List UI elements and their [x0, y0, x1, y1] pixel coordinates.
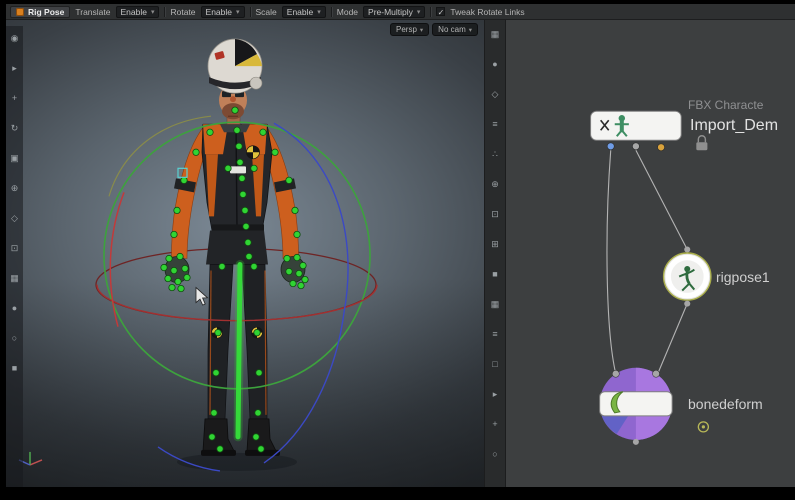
node-bonedeform[interactable] [599, 367, 710, 445]
shade-icon[interactable]: ● [8, 302, 22, 315]
camera-icon[interactable]: ■ [8, 362, 22, 375]
toolbar-separator [430, 6, 432, 17]
viewport-toolbar-strip: ◉ ▸ + ↻ ▣ ⊕ ◇ ⊡ ▦ ● ○ ■ [6, 26, 23, 487]
output-connector[interactable] [684, 300, 691, 307]
output-connector-yellow[interactable] [657, 143, 665, 152]
app-window: Rig Pose Translate Enable ▾ Rotate Enable… [6, 4, 795, 487]
output-connector-blue[interactable] [606, 142, 615, 151]
normals-icon[interactable]: ≡ [488, 118, 502, 131]
checkbox-check-icon: ✓ [436, 7, 446, 17]
help-icon[interactable]: ○ [488, 448, 502, 461]
flipbook-icon[interactable]: ▸ [488, 388, 502, 401]
chevron-down-icon: ▾ [419, 26, 424, 34]
toolbar-separator [164, 6, 166, 17]
tool-options-toolbar: Rig Pose Translate Enable ▾ Rotate Enable… [6, 4, 795, 20]
mouse-cursor [195, 286, 209, 306]
selected-bone[interactable] [233, 260, 245, 442]
input-connector-left[interactable] [611, 369, 620, 378]
input-connector-right[interactable] [652, 369, 660, 378]
toolbar-separator [330, 6, 332, 17]
camera-select-button[interactable]: No cam ▾ [432, 23, 478, 36]
camera-lock-icon[interactable]: ■ [488, 268, 502, 281]
active-tool-chip[interactable]: Rig Pose [10, 5, 71, 18]
ruler-icon[interactable]: ≡ [488, 328, 502, 341]
node-rigpose[interactable] [662, 246, 712, 307]
chevron-down-icon: ▾ [150, 8, 155, 16]
pose-icon[interactable]: ◇ [8, 212, 22, 225]
scale-icon[interactable]: ▣ [8, 152, 22, 165]
translate-select-value: Enable [120, 6, 147, 17]
viewport-panel[interactable]: ◉ ▸ + ↻ ▣ ⊕ ◇ ⊡ ▦ ● ○ ■ Persp ▾ No cam ▾ [6, 20, 484, 487]
chevron-down-icon: ▾ [236, 8, 240, 16]
output-connector[interactable] [632, 438, 639, 445]
handles-visibility-icon[interactable]: ⊕ [488, 178, 502, 191]
rotate-select-value: Enable [205, 6, 232, 17]
scale-label: Scale [255, 6, 277, 17]
view-icon[interactable]: ◉ [8, 32, 22, 45]
toolbar-separator [249, 6, 251, 17]
mode-label: Mode [336, 6, 359, 17]
grid-icon[interactable]: ▦ [8, 272, 22, 285]
settings-icon[interactable]: + [488, 418, 502, 431]
mode-select-value: Pre-Multiply [368, 6, 413, 17]
rotate-select[interactable]: Enable ▾ [200, 5, 245, 18]
output-connector-gray[interactable] [632, 142, 640, 151]
chevron-down-icon: ▾ [317, 8, 321, 16]
network-canvas[interactable] [506, 20, 795, 487]
chest-name-patch [230, 166, 246, 174]
rig-pose-icon [16, 7, 24, 16]
main-area: ◉▸+↻▣⊕◇⊡▦●○■ Persp▾ No cam▾ [6, 20, 795, 487]
display-flag-icon[interactable] [697, 421, 710, 433]
viewport-camera-controls: Persp ▾ No cam ▾ [390, 23, 478, 36]
persp-view-label: Persp [396, 25, 417, 34]
snap-options-icon[interactable]: ⊡ [488, 208, 502, 221]
scale-select-value: Enable [286, 6, 314, 17]
tweak-rotate-links-checkbox[interactable]: ✓ [436, 7, 446, 17]
translate-select[interactable]: Enable ▾ [115, 5, 160, 18]
node-import[interactable] [590, 110, 708, 152]
points-icon[interactable]: ∴ [488, 148, 502, 161]
chest-hazard-roundel [246, 145, 260, 160]
display-options-icon[interactable]: ▦ [488, 28, 502, 41]
mode-select[interactable]: Pre-Multiply ▾ [363, 5, 426, 18]
viewport-canvas[interactable] [6, 20, 484, 487]
shaded-mode-icon[interactable]: ● [488, 58, 502, 71]
active-tool-label: Rig Pose [28, 6, 65, 17]
memory-icon[interactable]: □ [488, 358, 502, 371]
view-layout-icon[interactable]: ⊞ [488, 238, 502, 251]
snap-icon[interactable]: ⊡ [8, 242, 22, 255]
rotate-icon[interactable]: ↻ [8, 122, 22, 135]
grid-toggle-icon[interactable]: ▦ [488, 298, 502, 311]
network-toolbar-strip: ▦ ● ◇ ≡ ∴ ⊕ ⊡ ⊞ ■ ▦ ≡ □ ▸ + ○ [484, 20, 506, 487]
camera-select-label: No cam [438, 25, 466, 34]
chevron-down-icon: ▾ [416, 8, 421, 16]
select-icon[interactable]: ▸ [8, 62, 22, 75]
input-connector[interactable] [684, 246, 691, 253]
translate-label: Translate [75, 6, 111, 17]
letterbox-bottom [0, 487, 795, 500]
rotate-label: Rotate [170, 6, 196, 17]
scale-select[interactable]: Enable ▾ [281, 5, 326, 18]
lock-icon [696, 135, 708, 151]
wireframe-icon[interactable]: ◇ [488, 88, 502, 101]
light-icon[interactable]: ○ [8, 332, 22, 345]
tweak-rotate-links-label: Tweak Rotate Links [450, 6, 525, 17]
chevron-down-icon: ▾ [468, 26, 472, 34]
persp-view-button[interactable]: Persp ▾ [390, 23, 430, 36]
network-editor-panel[interactable]: FBX Characte Import_Dem rigpose1 bonedef… [506, 20, 795, 487]
translate-icon[interactable]: + [8, 92, 22, 105]
handles-icon[interactable]: ⊕ [8, 182, 22, 195]
